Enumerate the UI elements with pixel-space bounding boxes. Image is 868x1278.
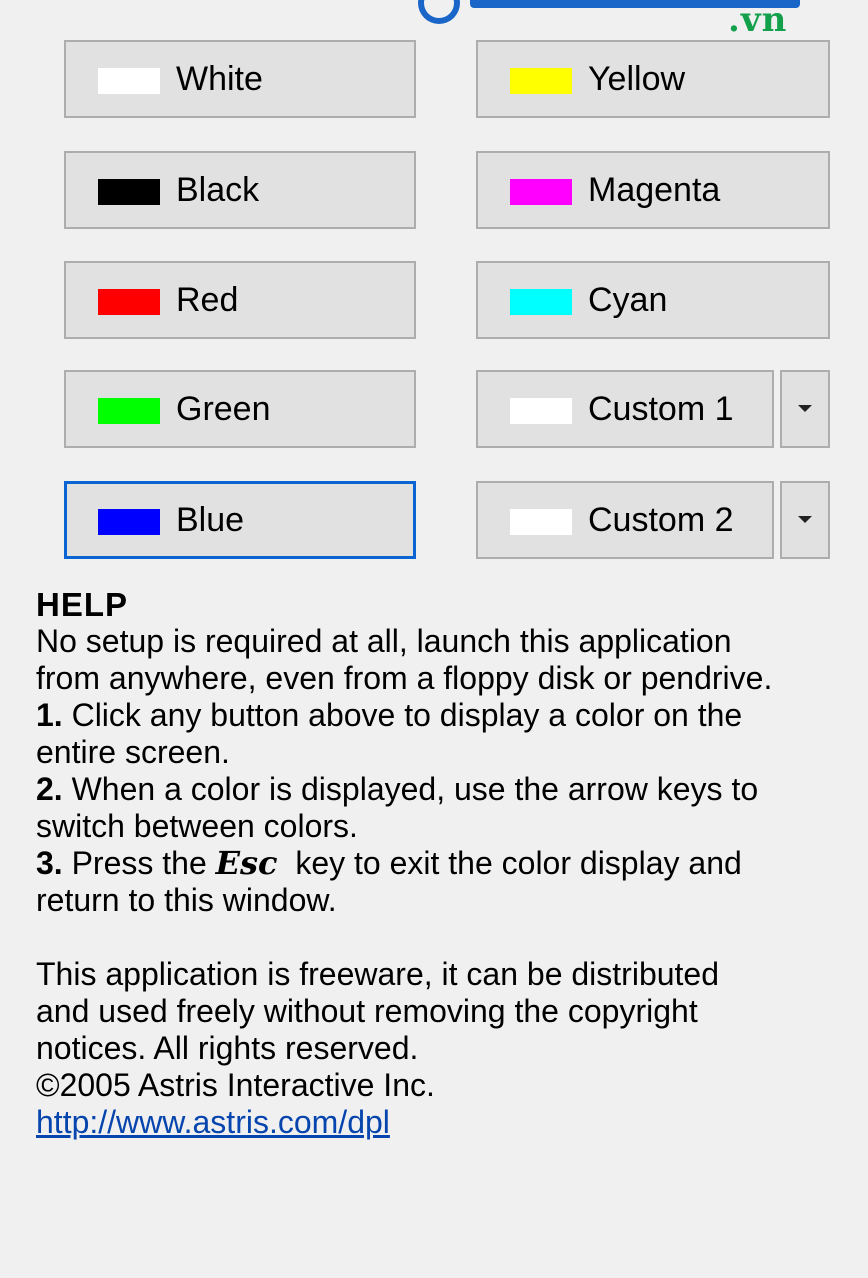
help-intro-line1: No setup is required at all, launch this…	[36, 623, 732, 659]
step-2-text: When a color is displayed, use the arrow…	[62, 771, 759, 807]
custom2-button[interactable]: Custom 2	[476, 481, 774, 559]
yellow-swatch	[510, 68, 572, 94]
copyright-text: ©2005 Astris Interactive Inc.	[36, 1067, 435, 1103]
yellow-button[interactable]: Yellow	[476, 40, 830, 118]
help-intro-line2: from anywhere, even from a floppy disk o…	[36, 660, 773, 696]
magenta-swatch	[510, 179, 572, 205]
help-section: HELP No setup is required at all, launch…	[36, 586, 868, 1141]
magenta-button[interactable]: Magenta	[476, 151, 830, 229]
black-swatch	[98, 179, 160, 205]
blue-button[interactable]: Blue	[64, 481, 416, 559]
custom1-dropdown-button[interactable]	[780, 370, 830, 448]
red-label: Red	[176, 281, 239, 319]
red-swatch	[98, 289, 160, 315]
green-label: Green	[176, 390, 271, 428]
help-step-2-cont: switch between colors.	[36, 808, 358, 844]
help-step-3-cont: return to this window.	[36, 882, 337, 918]
red-button[interactable]: Red	[64, 261, 416, 339]
watermark-suffix: .vn	[728, 0, 788, 40]
esc-key-label: Esc	[215, 844, 278, 882]
watermark-logo-mark	[418, 0, 460, 24]
chevron-down-icon	[798, 405, 812, 412]
website-link[interactable]: http://www.astris.com/dpl	[36, 1104, 390, 1140]
custom1-label: Custom 1	[588, 390, 734, 428]
help-title: HELP	[36, 586, 129, 623]
blue-label: Blue	[176, 501, 245, 539]
white-button[interactable]: White	[64, 40, 416, 118]
white-swatch	[98, 68, 160, 94]
white-label: White	[176, 60, 263, 98]
step-1-text: Click any button above to display a colo…	[62, 697, 743, 733]
black-label: Black	[176, 171, 260, 209]
step-2-number: 2.	[36, 771, 63, 807]
help-step-1-cont: entire screen.	[36, 734, 230, 770]
chevron-down-icon	[798, 516, 812, 523]
help-step-1: 1. Click any button above to display a c…	[36, 697, 868, 734]
step-3-text-post: key to exit the color display and	[277, 845, 742, 881]
magenta-label: Magenta	[588, 171, 721, 209]
blue-swatch	[98, 509, 160, 535]
freeware-line1: This application is freeware, it can be …	[36, 956, 720, 992]
cyan-button[interactable]: Cyan	[476, 261, 830, 339]
green-swatch	[98, 398, 160, 424]
freeware-line2: and used freely without removing the cop…	[36, 993, 698, 1029]
step-1-number: 1.	[36, 697, 63, 733]
help-step-2: 2. When a color is displayed, use the ar…	[36, 771, 868, 808]
help-step-3: 3. Press the Esc key to exit the color d…	[36, 845, 868, 882]
custom1-button[interactable]: Custom 1	[476, 370, 774, 448]
custom1-swatch	[510, 398, 572, 424]
custom2-label: Custom 2	[588, 501, 734, 539]
custom2-swatch	[510, 509, 572, 535]
cyan-label: Cyan	[588, 281, 668, 319]
custom2-dropdown-button[interactable]	[780, 481, 830, 559]
freeware-line3: notices. All rights reserved.	[36, 1030, 419, 1066]
step-3-text-pre: Press the	[62, 845, 216, 881]
yellow-label: Yellow	[588, 60, 686, 98]
green-button[interactable]: Green	[64, 370, 416, 448]
step-3-number: 3.	[36, 845, 63, 881]
cyan-swatch	[510, 289, 572, 315]
black-button[interactable]: Black	[64, 151, 416, 229]
